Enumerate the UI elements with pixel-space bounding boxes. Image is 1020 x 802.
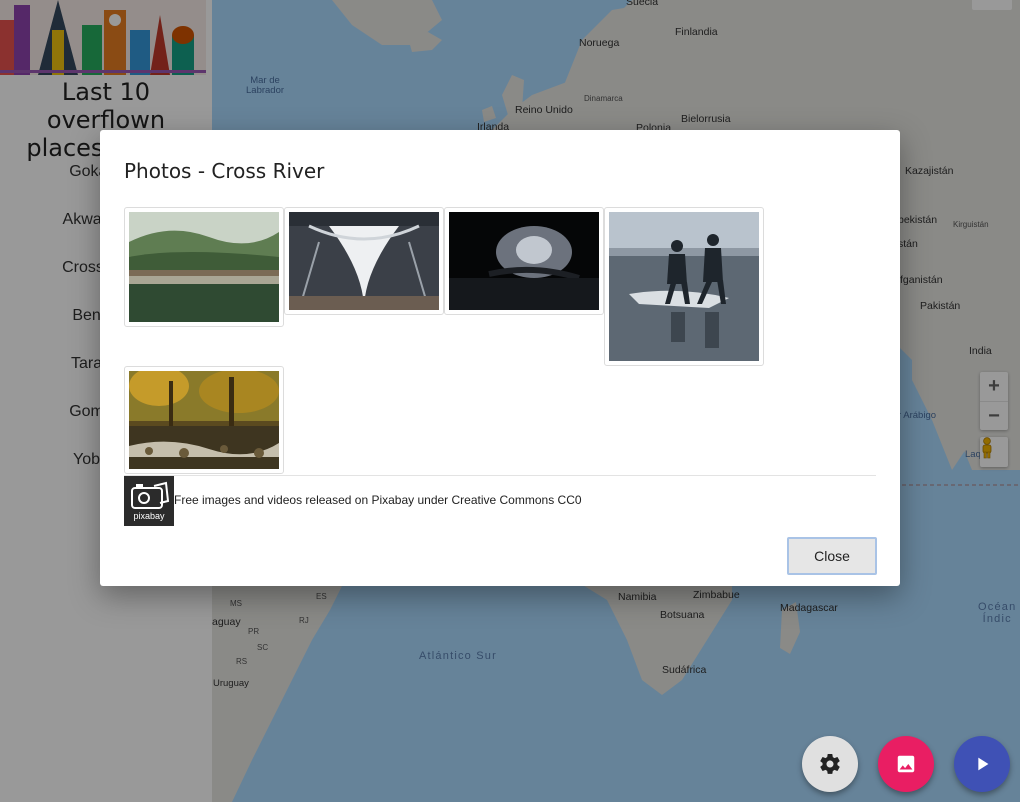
play-button[interactable] bbox=[954, 736, 1010, 792]
photo-thumbnail[interactable] bbox=[284, 207, 444, 315]
camera-icon: pixabay bbox=[131, 481, 170, 521]
steel-bridge-photo bbox=[289, 212, 439, 310]
photo-thumbnail[interactable] bbox=[604, 207, 764, 366]
photo-thumbnail[interactable] bbox=[124, 207, 284, 327]
settings-button[interactable] bbox=[802, 736, 858, 792]
photos-dialog: Photos - Cross River pixabay Free images… bbox=[100, 130, 900, 586]
dialog-title: Photos - Cross River bbox=[124, 159, 325, 183]
gear-icon bbox=[820, 754, 840, 774]
photos-button[interactable] bbox=[878, 736, 934, 792]
pixabay-logo[interactable]: pixabay bbox=[124, 476, 174, 526]
play-icon bbox=[978, 757, 989, 771]
dark-river-photo bbox=[449, 212, 599, 310]
pixabay-logo-text: pixabay bbox=[133, 511, 165, 521]
image-icon bbox=[897, 755, 915, 773]
stone-bridge-photo bbox=[129, 212, 279, 322]
pixabay-credit: Free images and videos released on Pixab… bbox=[174, 493, 582, 507]
dialog-divider bbox=[124, 475, 876, 476]
close-button[interactable]: Close bbox=[787, 537, 877, 575]
photo-thumbnail[interactable] bbox=[124, 366, 284, 474]
photo-thumbnail[interactable] bbox=[444, 207, 604, 315]
children-in-water-photo bbox=[609, 212, 759, 361]
autumn-stream-photo bbox=[129, 371, 279, 469]
